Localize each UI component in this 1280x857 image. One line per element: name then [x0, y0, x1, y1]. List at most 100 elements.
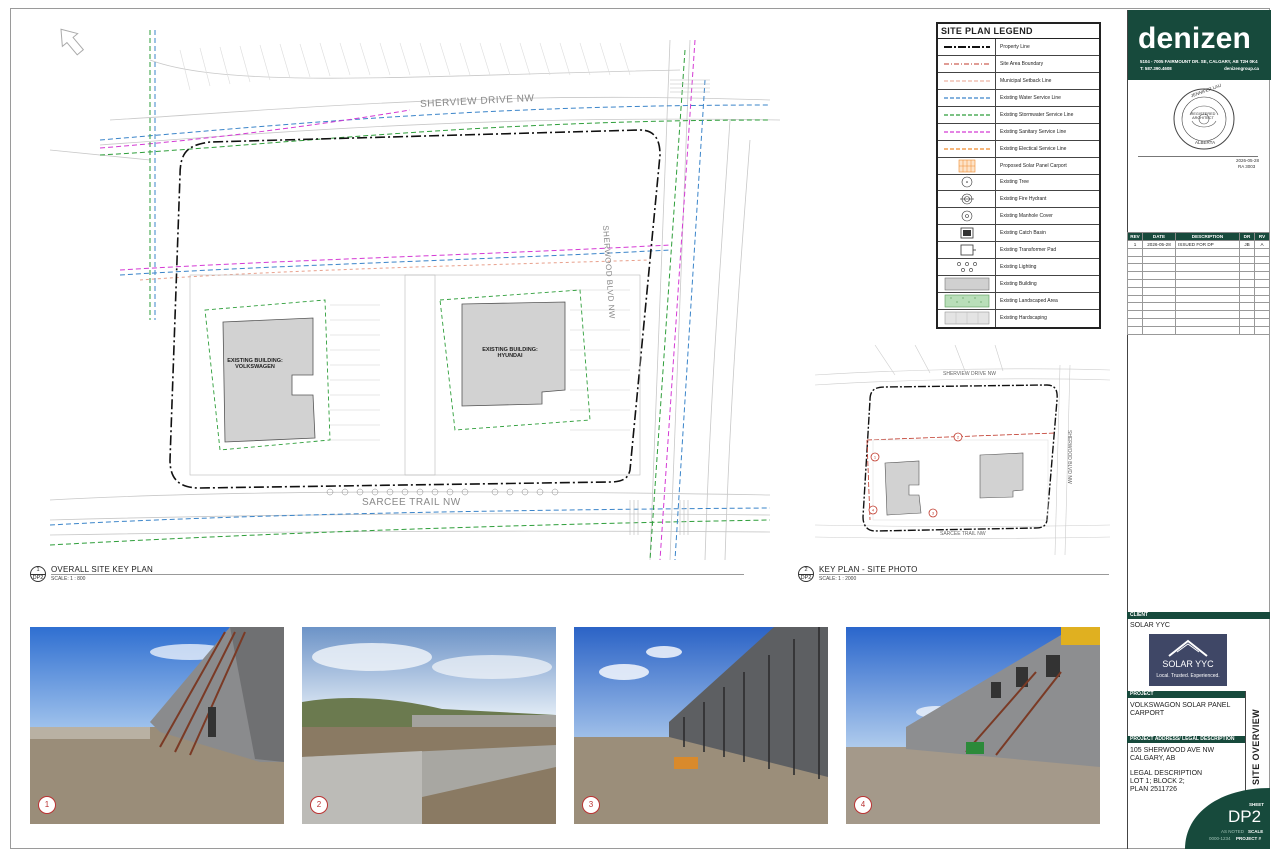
- solar-carport-icon: [938, 157, 996, 174]
- firm-address: 5104 - 7005 FAIRMOUNT DR. SE, CALGARY, A…: [1140, 59, 1258, 64]
- legend-label: Existing Transformer Pad: [1000, 247, 1057, 254]
- legend-row: Existing Electical Service Line: [938, 140, 1099, 158]
- legend-row: Existing Catch Basin: [938, 225, 1099, 243]
- project-number-label: PROJECT #: [1236, 836, 1262, 841]
- manhole-icon: [938, 208, 996, 225]
- firm-banner: denizen 5104 - 7005 FAIRMOUNT DR. SE, CA…: [1128, 10, 1271, 80]
- legend-label: Existing Manhole Cover: [1000, 213, 1053, 220]
- sheet-title: SITE OVERVIEW: [1251, 708, 1261, 785]
- site-boundary-icon: [938, 55, 996, 72]
- key-street-north: SHERVIEW DRIVE NW: [943, 371, 996, 377]
- legend-label: Existing Hardscaping: [1000, 315, 1047, 322]
- legend-row: Existing Landscaped Area: [938, 293, 1099, 310]
- client-section-label: CLIENT: [1127, 612, 1270, 619]
- site-photo-3: 3: [574, 627, 828, 824]
- legend-row: Existing Fire Hydrant: [938, 191, 1099, 209]
- landscape-fill-icon: [938, 293, 996, 309]
- project-number: 0000-1234: [1209, 836, 1231, 841]
- photo-number-4: 4: [854, 796, 872, 814]
- rev-header-dr: DR: [1239, 232, 1255, 241]
- tree-icon: [938, 174, 996, 191]
- transformer-icon: [938, 242, 996, 259]
- setback-line-icon: [938, 72, 996, 89]
- stamp-number: RA 3003: [1238, 164, 1256, 169]
- view-title-rule-1: [51, 574, 744, 575]
- rev-header-date: DATE: [1142, 232, 1176, 241]
- legal-heading: LEGAL DESCRIPTION: [1130, 770, 1203, 777]
- stamp-text-mid: REGISTERED ARCHITECT: [1190, 112, 1216, 120]
- legend-label: Property Line: [1000, 43, 1030, 50]
- view-bubble-2: 2 DP2: [798, 566, 814, 582]
- legend-label: Proposed Solar Panel Carport: [1000, 162, 1067, 169]
- sanitary-line-icon: [938, 123, 996, 140]
- rev-header-rv: RV: [1254, 232, 1270, 241]
- firm-logo: denizen: [1138, 22, 1252, 55]
- site-photo-1: 1: [30, 627, 284, 824]
- property-line-icon: [938, 39, 996, 55]
- building-label-hyundai: EXISTING BUILDING: HYUNDAI: [482, 347, 538, 359]
- photo-number-2: 2: [310, 796, 328, 814]
- rev-header-description: DESCRIPTION: [1175, 232, 1240, 241]
- legend-row: Existing Manhole Cover: [938, 208, 1099, 226]
- legend-row: Existing Water Service Line: [938, 89, 1099, 107]
- photo-number-1: 1: [38, 796, 56, 814]
- hardscape-fill-icon: [938, 310, 996, 327]
- firm-website: denizengroup.ca: [1224, 66, 1259, 71]
- legend-label: Existing Fire Hydrant: [1000, 196, 1047, 203]
- legend-label: Site Area Boundary: [1000, 60, 1044, 67]
- solar-roof-icon: [1168, 639, 1208, 657]
- water-line-icon: [938, 89, 996, 106]
- legend-row: Existing Tree: [938, 174, 1099, 192]
- legend-row: Existing Building: [938, 276, 1099, 294]
- view-title-1: OVERALL SITE KEY PLAN: [51, 565, 154, 574]
- building-label-volkswagen: EXISTING BUILDING: VOLKSWAGEN: [227, 358, 283, 370]
- legend-label: Existing Landscaped Area: [1000, 298, 1058, 305]
- building-volkswagen: [222, 317, 316, 443]
- view-title-2: KEY PLAN - SITE PHOTO: [819, 565, 918, 574]
- client-logo-tagline: Local. Trusted. Experienced.: [1156, 673, 1220, 679]
- revision-table: REV DATE DESCRIPTION DR RV 1 2026-05-28 …: [1127, 232, 1270, 335]
- legend-row: Municipal Setback Line: [938, 72, 1099, 90]
- revision-row: 1 2026-05-28 ISSUED FOR DP JB A: [1127, 240, 1270, 249]
- overall-site-plan: [49, 28, 781, 560]
- firm-phone: T: 587.390.4608: [1140, 66, 1172, 71]
- storm-line-icon: [938, 106, 996, 123]
- view-bubble-1: 1 DP2: [30, 566, 46, 582]
- address-section-label: PROJECT ADDRESS/ LEGAL DESCRIPTION: [1127, 736, 1245, 743]
- legend-label: Existing Catch Basin: [1000, 230, 1046, 237]
- scale-value: AS NOTED: [1221, 829, 1245, 834]
- lighting-icon: [938, 259, 996, 276]
- legend-label: Existing Stormwater Service Line: [1000, 111, 1074, 118]
- legend-row: Site Area Boundary: [938, 55, 1099, 73]
- legend-label: Existing Sanitary Service Line: [1000, 128, 1067, 135]
- legend-row: Existing Lighting: [938, 259, 1099, 277]
- stamp-text-bottom: ALBERTA: [1195, 140, 1216, 145]
- stamp-date: 2026-05-28: [1236, 158, 1260, 163]
- site-photo-4: 4: [846, 627, 1100, 824]
- project-name-line2: CARPORT: [1130, 710, 1165, 717]
- legend-row: Existing Stormwater Service Line: [938, 106, 1099, 124]
- scale-label: SCALE: [1248, 829, 1264, 834]
- legal-line1: LOT 1; BLOCK 2;: [1130, 778, 1185, 785]
- project-section-label: PROJECT: [1127, 691, 1245, 698]
- view-scale-1: SCALE: 1 : 800: [51, 576, 86, 582]
- legal-line2: PLAN 2511726: [1130, 786, 1177, 793]
- project-name-line1: VOLKSWAGON SOLAR PANEL: [1130, 702, 1231, 709]
- view-title-rule-2: [819, 574, 1109, 575]
- client-logo: SOLAR YYC Local. Trusted. Experienced.: [1149, 634, 1227, 686]
- legend-title: SITE PLAN LEGEND: [938, 24, 1099, 39]
- address-line1: 105 SHERWOOD AVE NW: [1130, 747, 1215, 754]
- site-photo-2: 2: [302, 627, 556, 824]
- photo-number-3: 3: [582, 796, 600, 814]
- legend-row: Property Line: [938, 39, 1099, 56]
- legend-row: Existing Sanitary Service Line: [938, 123, 1099, 141]
- street-label-south: SARCEE TRAIL NW: [362, 497, 461, 508]
- legend-label: Existing Electical Service Line: [1000, 145, 1067, 152]
- address-line2: CALGARY, AB: [1130, 755, 1176, 762]
- catch-basin-icon: [938, 225, 996, 242]
- legend-label: Existing Building: [1000, 281, 1037, 288]
- hydrant-icon: [938, 191, 996, 208]
- legend-label: Municipal Setback Line: [1000, 77, 1052, 84]
- legend-label: Existing Lighting: [1000, 264, 1037, 271]
- key-street-south: SARCEE TRAIL NW: [940, 531, 986, 537]
